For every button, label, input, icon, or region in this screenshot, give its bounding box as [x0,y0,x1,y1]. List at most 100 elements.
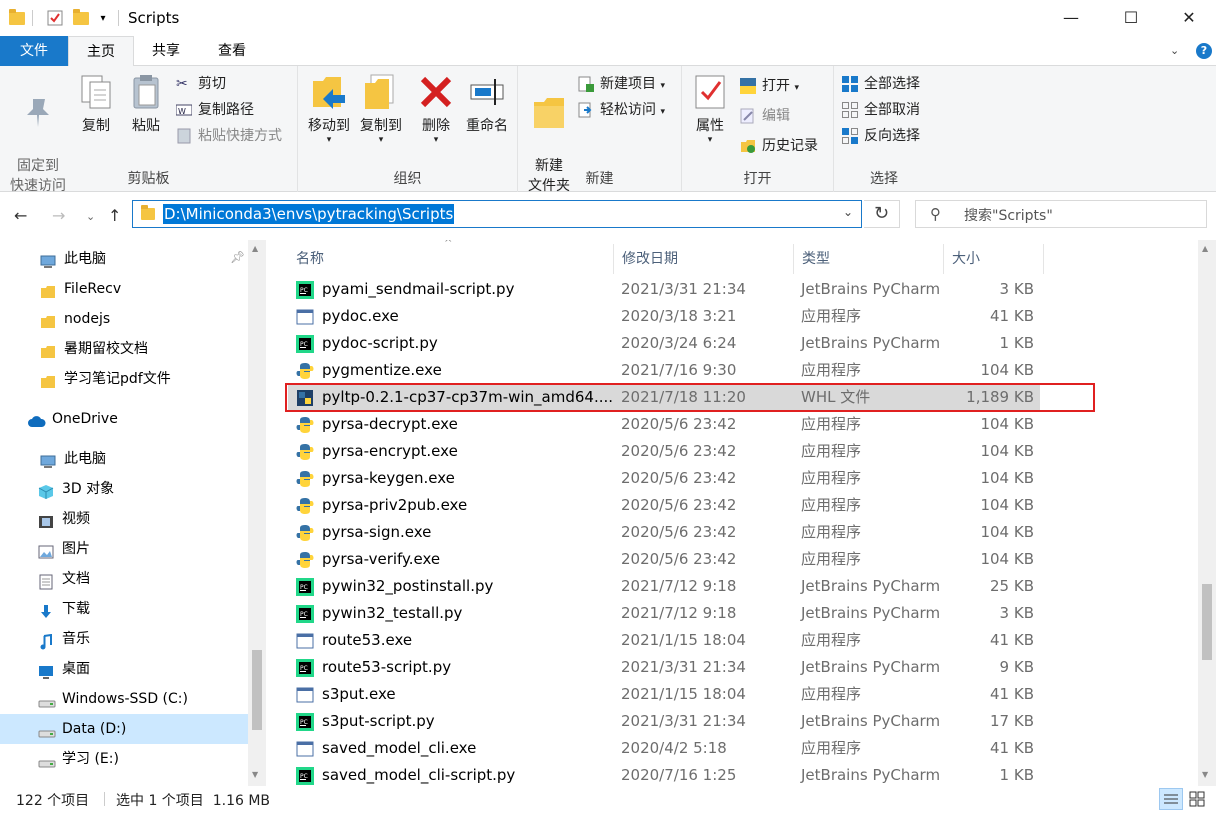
close-button[interactable]: ✕ [1166,0,1212,34]
nav-item[interactable]: 图片 [0,534,248,564]
pin-icon[interactable]: 📌︎ [230,250,245,264]
file-row[interactable]: PC pyami_sendmail-script.py 2021/3/31 21:3… [288,276,1040,303]
customize-toolbar-icon[interactable]: ▾ [96,8,110,28]
column-header-date[interactable]: 修改日期 [614,244,794,274]
tab-share[interactable]: 共享 [138,36,194,66]
nav-item[interactable]: 此电脑 [0,444,248,474]
new-item-button[interactable]: 新建项目 ▾ [578,72,665,96]
select-all-button[interactable]: 全部选择 [842,72,920,96]
file-row[interactable]: pyrsa-priv2pub.exe 2020/5/6 23:42 应用程序 104 … [288,492,1040,519]
tab-file[interactable]: 文件 [0,36,68,66]
open-button[interactable]: 打开 ▾ [740,74,799,98]
forward-arrow-icon[interactable]: → [52,206,65,225]
details-view-button[interactable] [1159,788,1183,810]
refresh-icon[interactable]: ↻ [864,200,900,228]
paste-button[interactable]: 粘贴 [124,72,168,136]
recent-locations-icon[interactable]: ⌄ [86,210,95,223]
search-input[interactable]: ⚲ 搜索"Scripts" [915,200,1207,228]
file-row[interactable]: pyrsa-verify.exe 2020/5/6 23:42 应用程序 104 KB [288,546,1040,573]
nav-item[interactable]: 桌面 [0,654,248,684]
new-group-title: 新建 [585,171,614,187]
minimize-button[interactable]: — [1048,0,1094,34]
nav-item[interactable]: 音乐 [0,624,248,654]
file-row[interactable]: pyrsa-sign.exe 2020/5/6 23:42 应用程序 104 KB [288,519,1040,546]
column-header-name[interactable]: 名称 [288,244,614,274]
nav-item[interactable]: 此电脑 [0,244,248,274]
nav-scrollbar[interactable]: ▲ ▼ [248,240,266,786]
invert-selection-icon [842,128,858,144]
file-row[interactable]: PC s3put-script.py 2021/3/31 21:34 JetBrain… [288,708,1040,735]
nav-item[interactable]: 下载 [0,594,248,624]
scroll-up-icon[interactable]: ▲ [252,244,258,253]
tab-home[interactable]: 主页 [68,36,134,67]
easy-access-button[interactable]: 轻松访问 ▾ [578,98,665,122]
file-row[interactable]: PC pywin32_testall.py 2021/7/12 9:18 JetBra… [288,600,1040,627]
nav-item-label: 图片 [62,541,90,557]
nav-item[interactable]: 暑期留校文档 [0,334,248,364]
cut-button[interactable]: ✂ 剪切 [176,72,226,96]
scroll-down-icon[interactable]: ▼ [252,770,258,779]
nav-item[interactable]: 文档 [0,564,248,594]
chevron-down-icon[interactable]: ⌄ [1170,44,1184,58]
file-list-scrollbar[interactable]: ▲ ▼ [1198,240,1216,786]
address-bar[interactable]: D:\Miniconda3\envs\pytracking\Scripts ⌄ [132,200,862,228]
file-row[interactable]: PC pydoc-script.py 2020/3/24 6:24 JetBrains… [288,330,1040,357]
file-list[interactable]: ^ 名称 修改日期 类型 大小 PC pyami_sendmail-script.… [268,240,1198,786]
nav-item[interactable]: FileRecv [0,274,248,304]
history-button[interactable]: 历史记录 [740,134,818,158]
nav-scrollbar-thumb[interactable] [252,650,262,730]
copy-path-button[interactable]: W 复制路径 [175,98,254,122]
up-arrow-icon[interactable]: ↑ [108,206,121,225]
file-type: 应用程序 [801,685,862,703]
edit-button[interactable]: 编辑 [740,104,790,128]
file-row[interactable]: PC pywin32_postinstall.py 2021/7/12 9:18 Je… [288,573,1040,600]
paste-shortcut-button[interactable]: 粘贴快捷方式 [176,124,282,148]
select-none-button[interactable]: 全部取消 [842,98,920,122]
file-row[interactable]: pyltp-0.2.1-cp37-cp37m-win_amd64.... 2021… [288,384,1040,411]
file-row[interactable]: pygmentize.exe 2021/7/16 9:30 应用程序 104 KB [288,357,1040,384]
file-row[interactable]: pyrsa-keygen.exe 2020/5/6 23:42 应用程序 104 KB [288,465,1040,492]
file-row[interactable]: PC route53-script.py 2021/3/31 21:34 JetBra… [288,654,1040,681]
address-path[interactable]: D:\Miniconda3\envs\pytracking\Scripts [163,204,455,224]
file-list-scrollbar-thumb[interactable] [1202,584,1212,660]
search-placeholder: 搜索"Scripts" [964,208,1053,224]
file-row[interactable]: PC saved_model_cli-script.py 2020/7/16 1:2… [288,762,1040,786]
help-icon[interactable]: ? [1196,43,1212,59]
file-row[interactable]: pyrsa-encrypt.exe 2020/5/6 23:42 应用程序 104 K… [288,438,1040,465]
column-header-type[interactable]: 类型 [794,244,944,274]
nav-item[interactable]: 学习笔记pdf文件 [0,364,248,394]
back-arrow-icon[interactable]: ← [14,206,27,225]
file-name: pyrsa-encrypt.exe [322,442,458,460]
move-to-button[interactable]: 移动到 ▾ [302,72,356,145]
nav-item[interactable]: 学习 (E:) [0,744,248,774]
file-row[interactable]: s3put.exe 2021/1/15 18:04 应用程序 41 KB [288,681,1040,708]
nav-item[interactable]: nodejs [0,304,248,334]
delete-button[interactable]: 删除 ▾ [414,72,458,145]
navigation-pane[interactable]: 此电脑 FileRecv nodejs 暑期留校文档 学习笔记pdf文件 OneDrive… [0,240,268,786]
nav-item[interactable]: Windows-SSD (C:) [0,684,248,714]
nav-item[interactable]: 视频 [0,504,248,534]
file-row[interactable]: route53.exe 2021/1/15 18:04 应用程序 41 KB [288,627,1040,654]
nav-item[interactable]: 3D 对象 [0,474,248,504]
folder-icon [141,205,155,220]
properties-button[interactable]: 属性 ▾ [688,72,732,145]
scroll-down-icon[interactable]: ▼ [1202,770,1208,779]
copy-to-button[interactable]: 复制到 ▾ [354,72,408,145]
chevron-down-icon[interactable]: ⌄ [843,205,853,219]
column-header-size[interactable]: 大小 [944,244,1044,274]
scroll-up-icon[interactable]: ▲ [1202,244,1208,253]
nav-item[interactable]: OneDrive [0,404,248,434]
invert-selection-button[interactable]: 反向选择 [842,124,920,148]
maximize-button[interactable]: ☐ [1108,0,1154,34]
large-icons-view-button[interactable] [1186,788,1210,810]
file-row[interactable]: pydoc.exe 2020/3/18 3:21 应用程序 41 KB [288,303,1040,330]
folder-icon [8,8,26,28]
rename-button[interactable]: 重命名 [460,72,514,136]
properties-icon[interactable] [46,8,64,28]
nav-item[interactable]: Data (D:) [0,714,248,744]
file-row[interactable]: saved_model_cli.exe 2020/4/2 5:18 应用程序 41 K… [288,735,1040,762]
copy-button[interactable]: 复制 [74,72,118,136]
file-row[interactable]: pyrsa-decrypt.exe 2020/5/6 23:42 应用程序 104 K… [288,411,1040,438]
new-folder-icon[interactable] [72,8,90,28]
tab-view[interactable]: 查看 [204,36,260,66]
